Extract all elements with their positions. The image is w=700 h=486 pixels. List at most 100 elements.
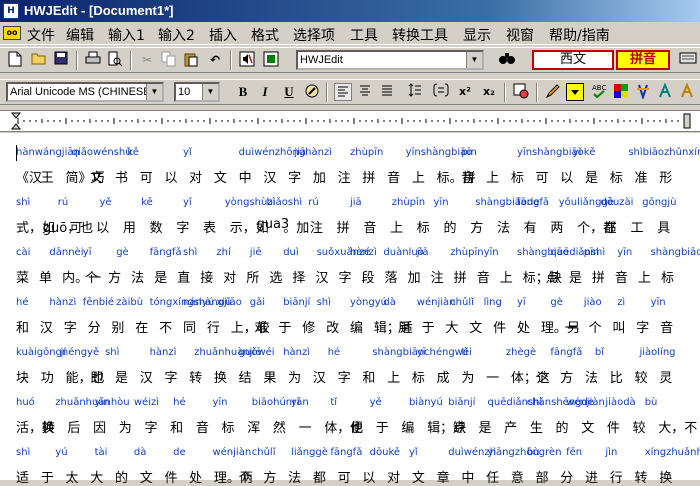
toolbar-separator [504, 83, 506, 102]
hanzi-word: 法 [585, 371, 599, 386]
hanzi-word: 菜 [16, 271, 30, 286]
color-palette-icon[interactable] [612, 83, 630, 101]
app-menu-icon[interactable]: oo [3, 26, 21, 40]
stop-icon[interactable] [262, 51, 280, 69]
text-rotate-icon[interactable] [678, 82, 696, 101]
format-toolbar: Arial Unicode MS (CHINESE_ ▼ 10 ▼ B I U … [0, 79, 700, 105]
text-effect-icon[interactable] [634, 83, 652, 101]
chevron-down-icon[interactable]: ▼ [202, 84, 218, 100]
highlighter-icon[interactable] [303, 83, 321, 101]
hanzi-word: 大 [445, 321, 459, 336]
menu-view[interactable]: 显示 [463, 25, 491, 45]
menu-edit[interactable]: 编辑 [66, 25, 94, 45]
hanzi-word: 文 [469, 321, 483, 336]
menu-convert-tools[interactable]: 转换工具 [392, 25, 448, 45]
hanzi-word: 汉 [263, 171, 277, 186]
chevron-down-icon[interactable]: ▼ [466, 52, 482, 68]
align-center-icon[interactable] [356, 83, 374, 101]
pencil-icon[interactable] [544, 83, 562, 101]
font-effect-icon[interactable] [656, 82, 674, 101]
hanzi-word: 和 [362, 371, 376, 386]
cut-icon[interactable]: ✂ [138, 51, 156, 69]
ruler[interactable] [0, 110, 700, 132]
brackets-icon[interactable] [432, 83, 450, 101]
pinyin-word: biǎoshì [266, 197, 303, 208]
spell-check-icon[interactable]: ABC [590, 83, 608, 101]
hanzi-word: 以 [560, 171, 574, 186]
align-justify-icon[interactable] [378, 83, 396, 101]
hanzi-word: 适 [16, 471, 30, 486]
new-document-icon[interactable] [6, 51, 24, 69]
line-spacing-icon[interactable] [406, 83, 424, 101]
subscript-button[interactable]: x₂ [480, 83, 498, 101]
hanzi-word: 准 [634, 171, 648, 186]
hanzi-word: 结 [238, 371, 252, 386]
paste-icon[interactable] [182, 51, 200, 69]
hanzi-word: 比 [609, 371, 623, 386]
align-left-icon[interactable] [334, 83, 352, 101]
svg-text:ABC: ABC [592, 84, 606, 92]
superscript-button[interactable]: x² [456, 83, 474, 101]
hanzi-word: 编 [401, 421, 415, 436]
pinyin-word: gè [550, 297, 563, 308]
pinyin-word: yīn [483, 247, 499, 258]
menu-options[interactable]: 选择项 [293, 25, 335, 45]
pinyin-word: gè [116, 247, 129, 258]
hanzi-word: 表 [203, 221, 217, 236]
hanzi-word: 为 [118, 421, 132, 436]
pinyin-word: zhuǎnhuànhòu [55, 397, 130, 408]
pinyin-word: yī [416, 347, 426, 358]
menu-tools[interactable]: 工具 [350, 25, 378, 45]
chevron-down-icon[interactable]: ▼ [146, 84, 162, 100]
keyboard-icon[interactable] [678, 51, 698, 69]
binoculars-icon[interactable] [496, 51, 518, 69]
font-preset-select[interactable]: HWJEdit ▼ [296, 50, 484, 70]
pinyin-word: yī [517, 297, 526, 308]
menu-window[interactable]: 视窗 [506, 25, 534, 45]
hanzi-word: guō，也 [42, 221, 94, 236]
pinyin-word: jiā [350, 197, 362, 208]
bold-button[interactable]: B [234, 83, 252, 101]
save-disk-icon[interactable] [52, 51, 70, 69]
font-name-select[interactable]: Arial Unicode MS (CHINESE_ ▼ [6, 82, 164, 102]
hanzi-word: 拼 [362, 171, 376, 186]
print-icon[interactable] [84, 51, 102, 69]
menu-format[interactable]: 格式 [251, 25, 279, 45]
hanzi-word: 处 [517, 321, 531, 336]
menu-input1[interactable]: 输入1 [108, 25, 145, 45]
pinyin-word: yǐ [572, 147, 582, 158]
print-preview-icon[interactable] [106, 51, 124, 69]
hanzi-word: 可 [139, 171, 153, 186]
hanzi-word: 字 [337, 371, 351, 386]
hanzi-word: 方 [263, 471, 277, 486]
pinyin-word: dà [383, 297, 396, 308]
hanzi-word: 形 [659, 171, 673, 186]
hanzi-word: 音 [476, 271, 490, 286]
hanzi-word: 换 [659, 471, 673, 486]
color-dropdown-icon[interactable] [566, 83, 584, 101]
menu-help[interactable]: 帮助/指南 [549, 25, 610, 45]
italic-button[interactable]: I [256, 83, 274, 101]
hanzi-word: 方 [108, 271, 122, 286]
menu-insert[interactable]: 插入 [209, 25, 237, 45]
hanzi-word: 拼 [336, 221, 350, 236]
undo-icon[interactable]: ↶ [206, 51, 224, 69]
mode-pinyin-button[interactable]: 拼音 [616, 50, 670, 70]
hanzi-word: 的 [443, 221, 457, 236]
hanzi-word: 加 [312, 171, 326, 186]
copy-icon[interactable] [160, 51, 178, 69]
speaker-icon[interactable] [238, 51, 256, 69]
document-editor[interactable]: hànwángjiān qiǎowénshū kě yǐ duìwénzhōnghànz… [0, 133, 700, 486]
mode-west-button[interactable]: 西文 [532, 50, 614, 70]
menu-file[interactable]: 文件 [27, 25, 55, 45]
pinyin-word: hé [173, 397, 186, 408]
menu-input2[interactable]: 输入2 [158, 25, 195, 45]
font-size-select[interactable]: 10 ▼ [174, 82, 220, 102]
open-folder-icon[interactable] [30, 51, 48, 69]
underline-button[interactable]: U [280, 83, 298, 101]
pinyin-word: yòngyú [350, 297, 387, 308]
pinyin-word: rú [57, 197, 69, 208]
title-bar: H HWJEdit - [Document1*] [0, 0, 700, 22]
hanzi-word: 文 [90, 171, 104, 186]
table-insert-icon[interactable] [512, 83, 530, 101]
